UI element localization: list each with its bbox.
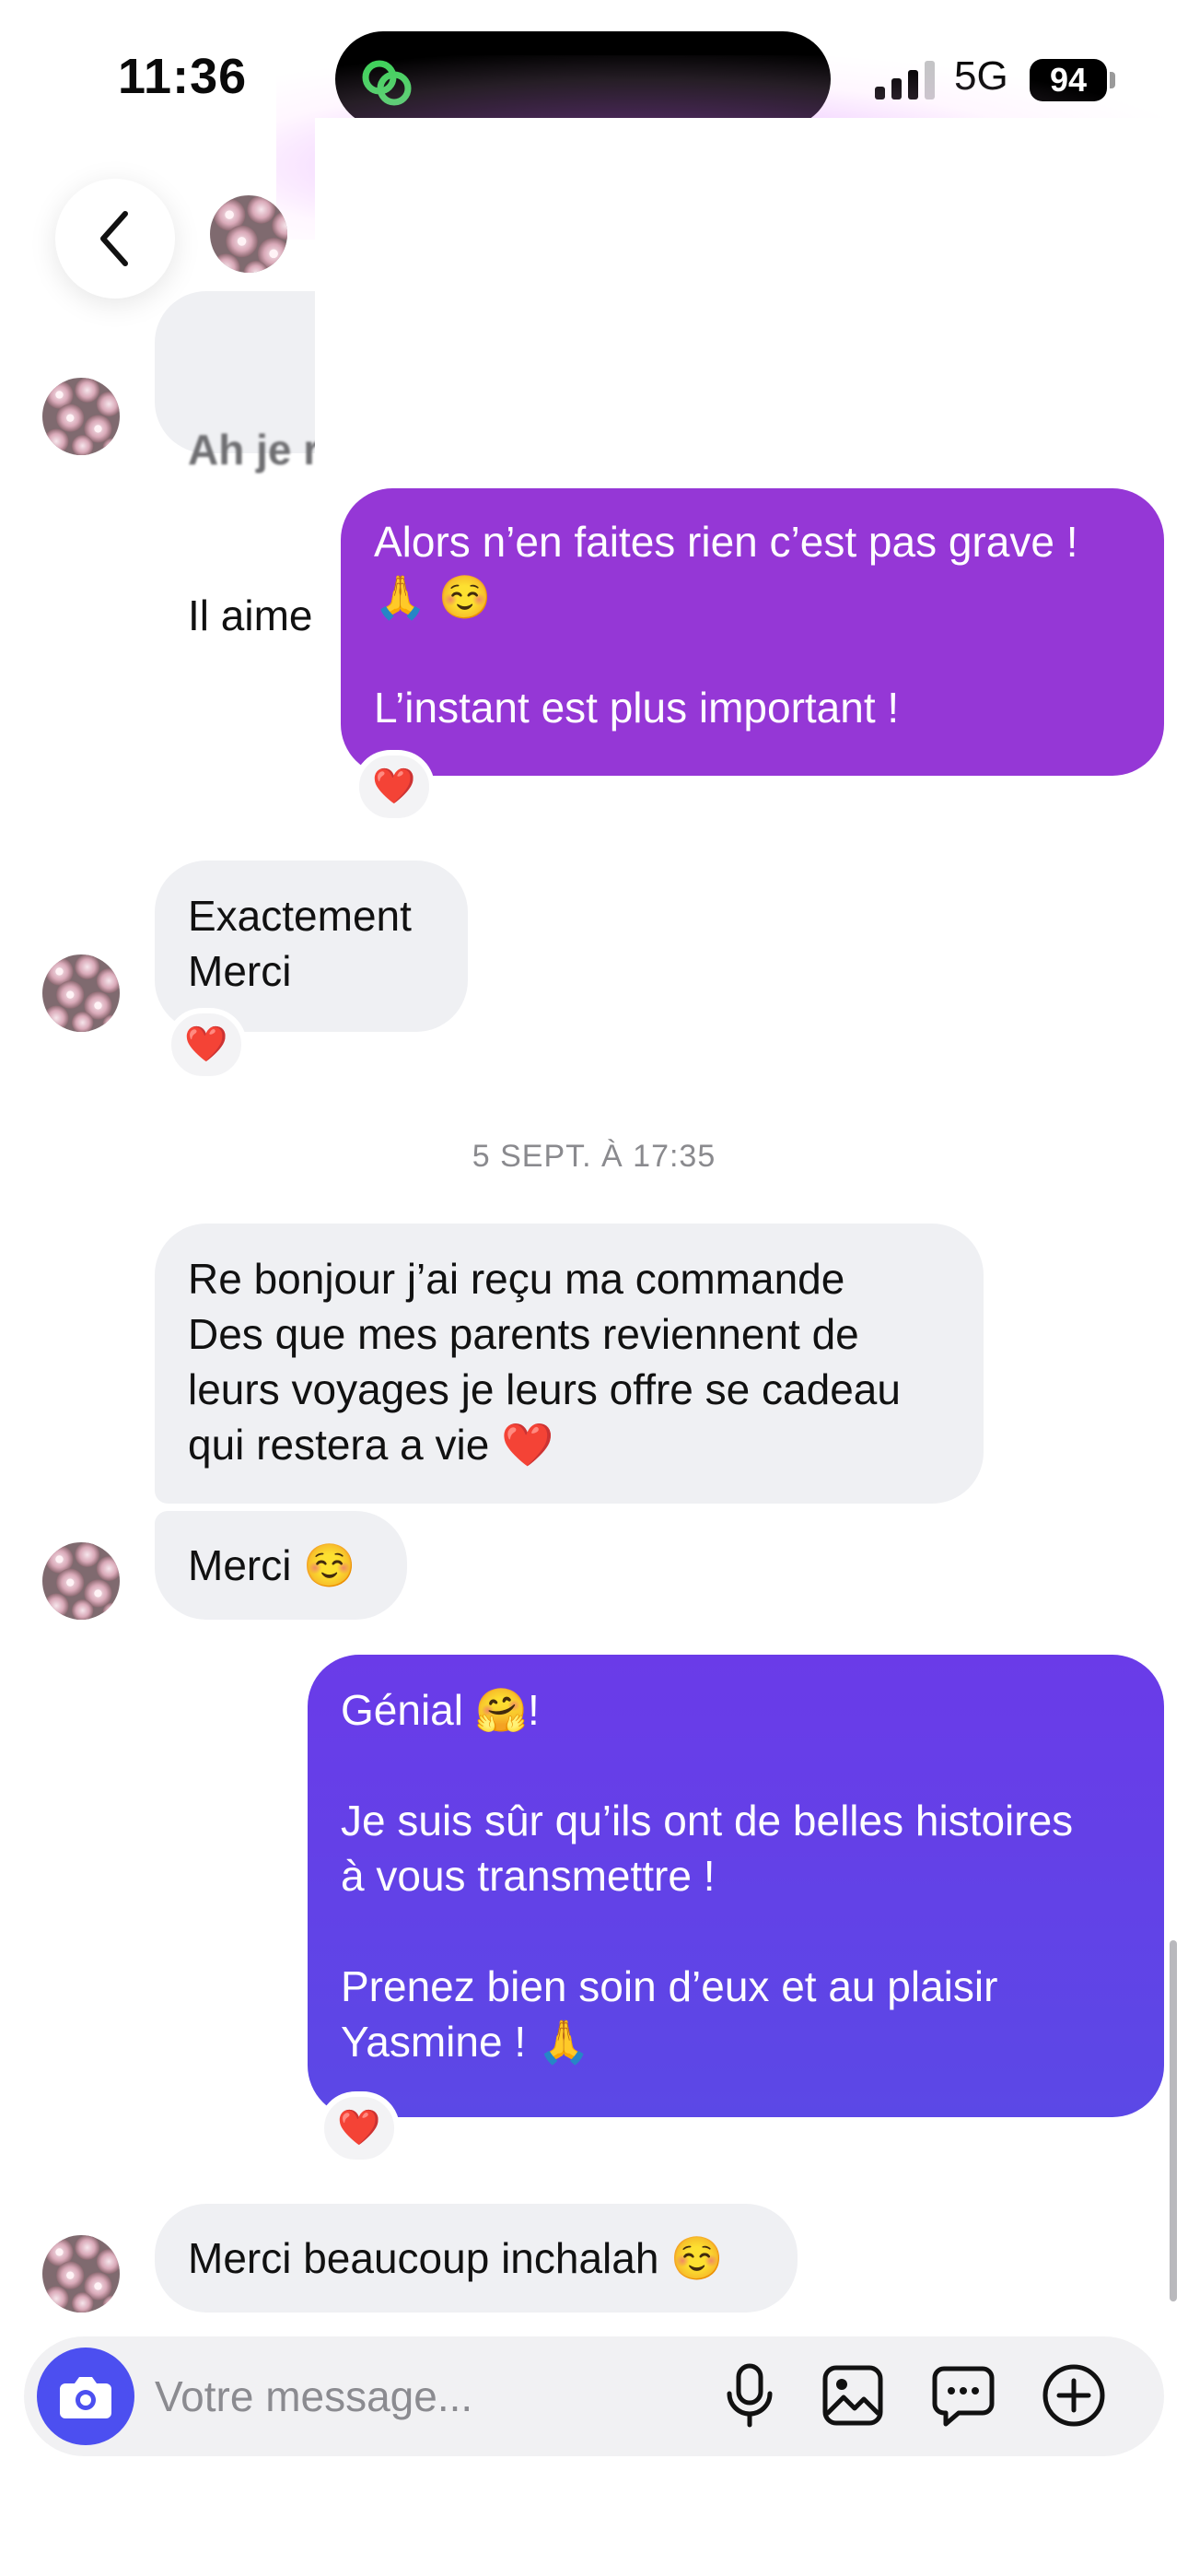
message-input[interactable] (155, 2364, 670, 2429)
message-bubble-incoming[interactable]: Exactement Merci (155, 861, 468, 1032)
microphone-icon (727, 2363, 773, 2428)
message-bubble-incoming[interactable]: Merci ☺️ (155, 1511, 407, 1620)
reaction-heart[interactable]: ❤️ (166, 1008, 247, 1082)
message-bubble-outgoing[interactable]: Alors n’en faites rien c’est pas grave !… (341, 488, 1164, 776)
scrollbar[interactable] (1170, 1940, 1177, 2301)
sender-avatar (42, 1542, 120, 1620)
chevron-left-icon (100, 211, 128, 266)
date-divider: 5 SEPT. À 17:35 (472, 1139, 716, 1174)
sender-avatar (42, 954, 120, 1032)
sender-avatar (42, 2235, 120, 2313)
camera-button[interactable] (37, 2348, 134, 2445)
message-bubble-incoming[interactable]: Re bonjour j’ai reçu ma commande Des que… (155, 1224, 984, 1504)
image-icon (822, 2365, 883, 2426)
message-bubble-outgoing[interactable]: Génial 🤗! Je suis sûr qu’ils ont de bell… (308, 1655, 1164, 2117)
reaction-heart[interactable]: ❤️ (354, 750, 435, 824)
gallery-button[interactable] (816, 2359, 890, 2432)
sticker-button[interactable] (926, 2359, 1000, 2432)
sticker-icon (932, 2366, 995, 2427)
microphone-button[interactable] (713, 2359, 786, 2432)
contact-avatar[interactable] (210, 195, 287, 273)
status-time: 11:36 (118, 49, 248, 104)
back-button[interactable] (55, 179, 175, 299)
sender-avatar (42, 378, 120, 455)
message-bubble-incoming[interactable]: Merci beaucoup inchalah ☺️ (155, 2204, 798, 2313)
heart-icon: ❤️ (372, 767, 416, 806)
overlay-panel (315, 118, 1188, 453)
heart-icon: ❤️ (184, 1025, 228, 1064)
camera-icon (60, 2377, 111, 2418)
reaction-heart[interactable]: ❤️ (319, 2091, 400, 2165)
plus-icon (1042, 2364, 1105, 2427)
heart-icon: ❤️ (337, 2109, 381, 2148)
more-button[interactable] (1037, 2359, 1111, 2432)
